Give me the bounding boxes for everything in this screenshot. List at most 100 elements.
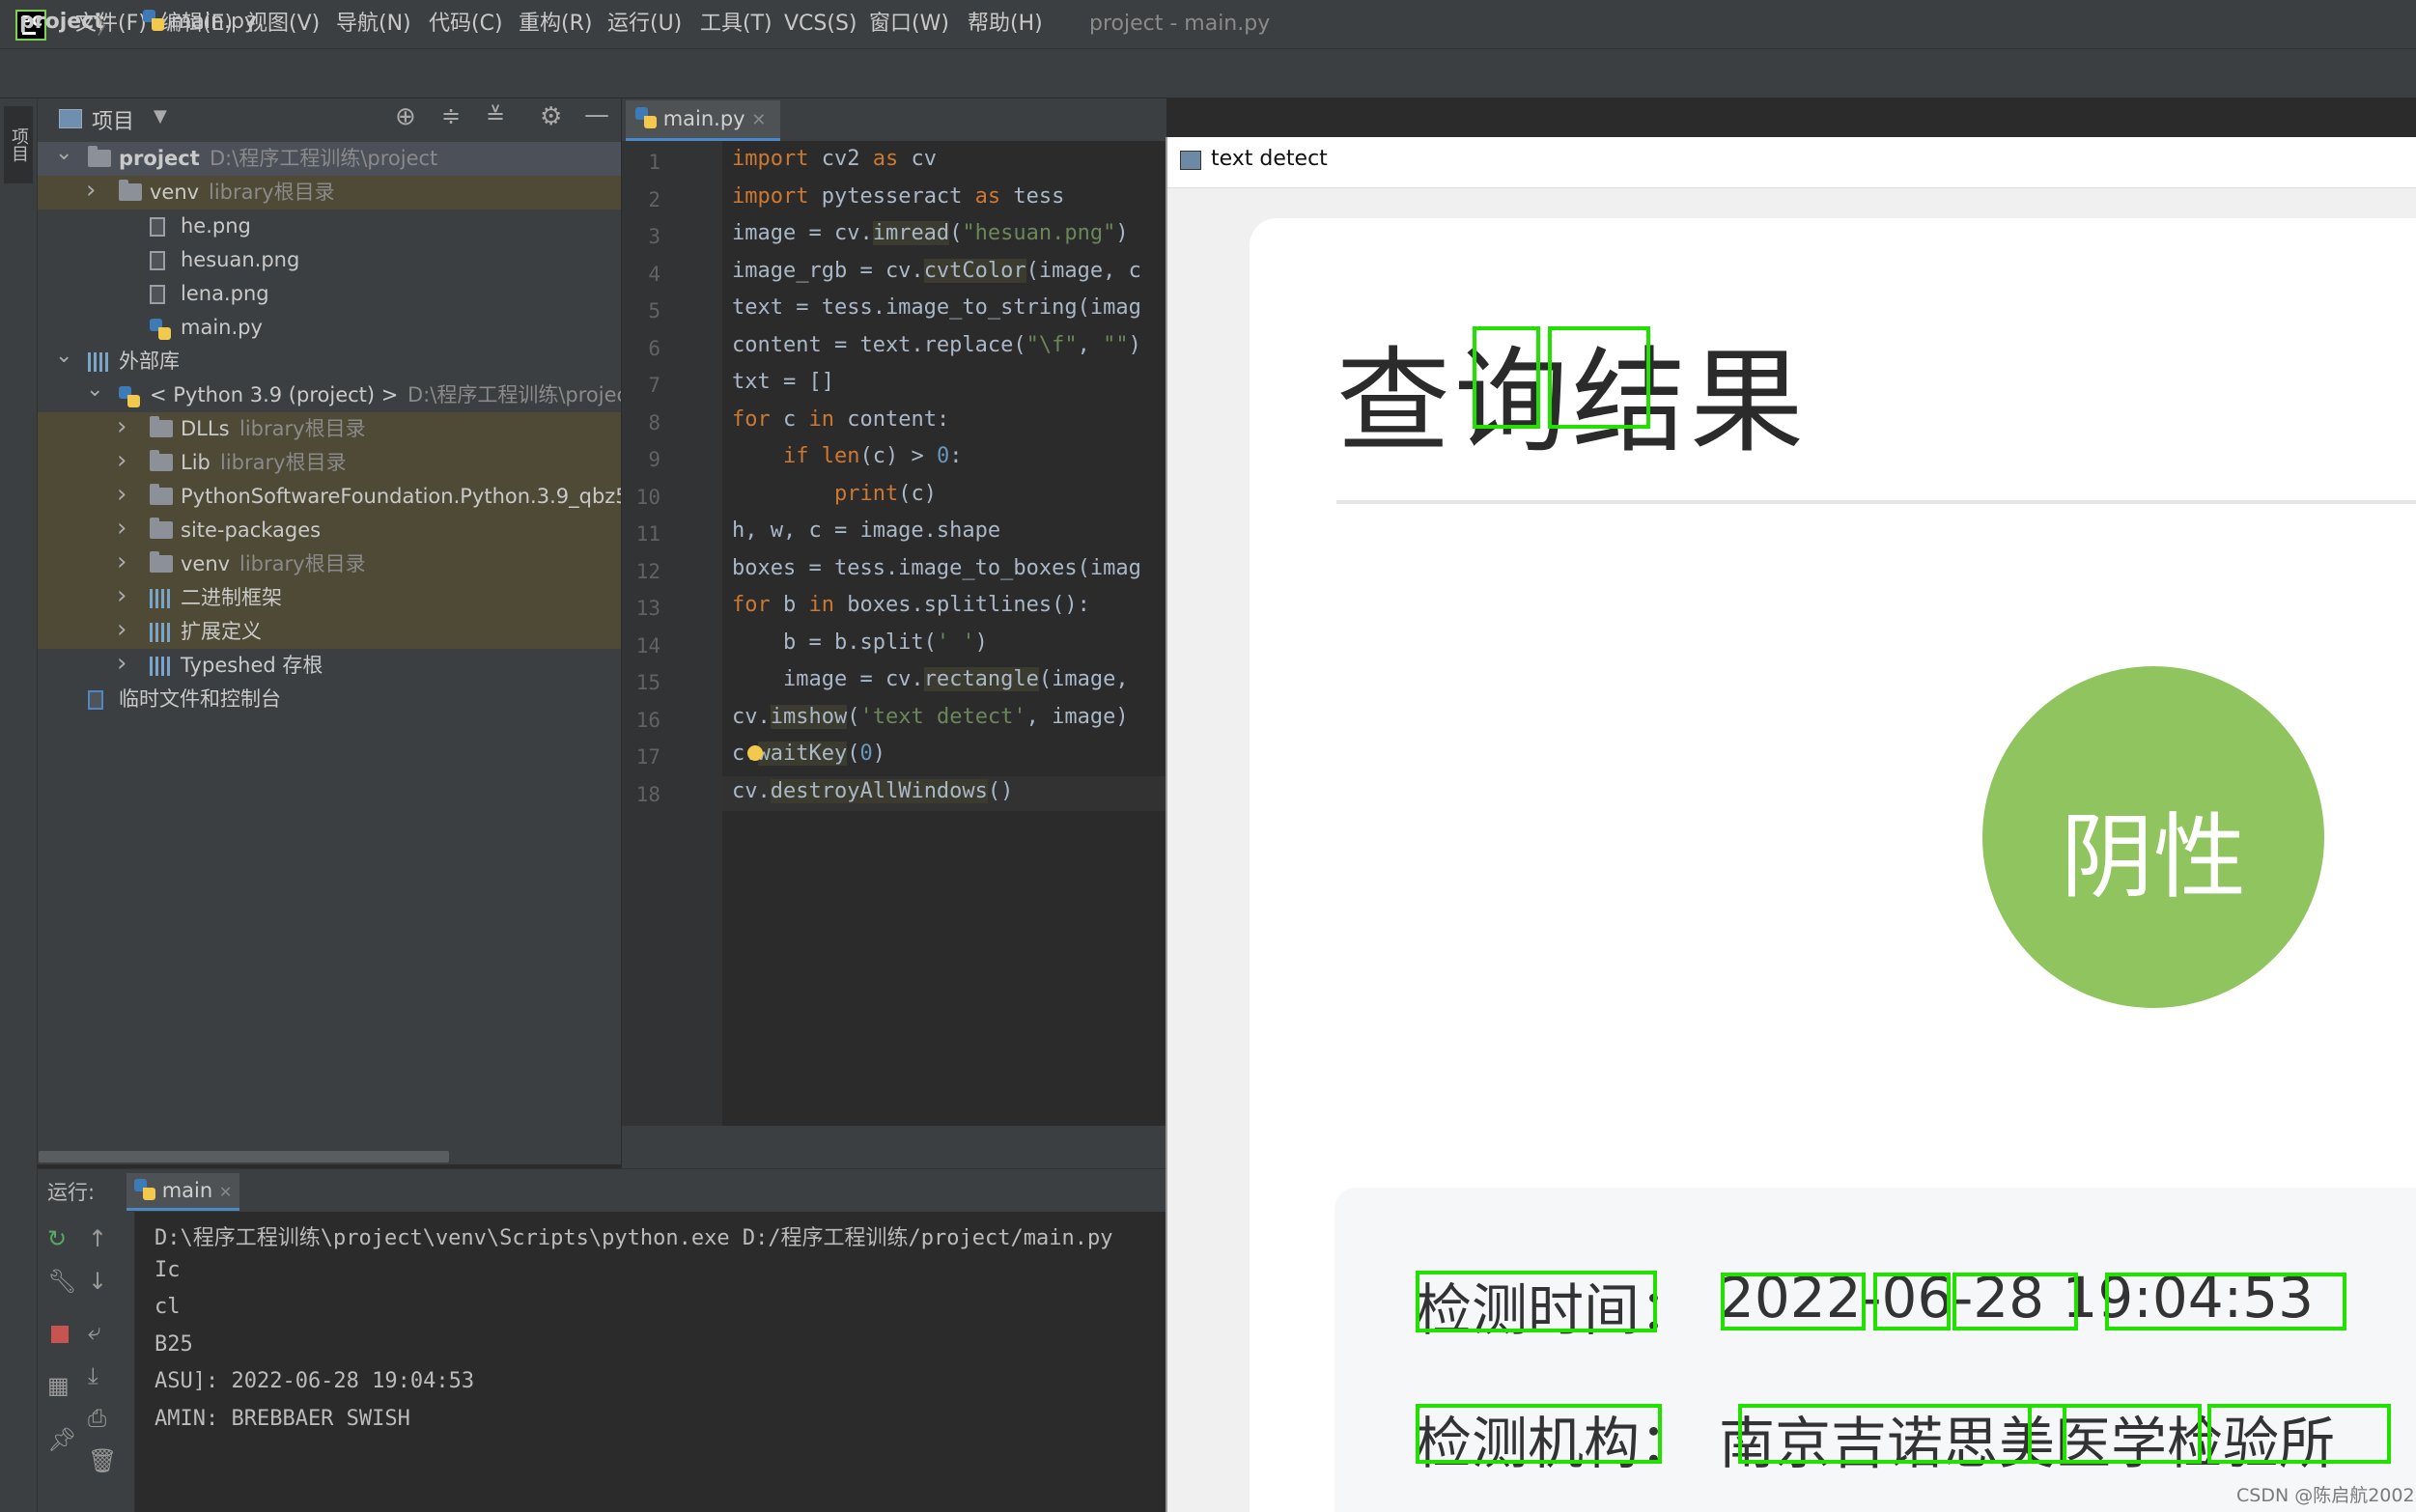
close-tab-icon[interactable]: ✕ — [219, 1183, 232, 1201]
print-icon[interactable]: ⎙ — [88, 1405, 106, 1432]
chevron-right-icon[interactable]: › — [117, 446, 126, 478]
tree-item[interactable]: › venv library根目录 — [38, 176, 621, 210]
code-line[interactable]: for b in boxes.splitlines(): — [732, 593, 1090, 617]
tree-item[interactable]: main.py — [38, 311, 621, 345]
scroll-to-end-icon[interactable]: ⤓ — [88, 1362, 98, 1389]
menu-item[interactable]: 重构(R) — [519, 10, 592, 39]
chevron-right-icon[interactable]: › — [117, 480, 126, 512]
tree-item[interactable]: › DLLs library根目录 — [38, 412, 621, 446]
code-line[interactable]: import cv2 as cv — [732, 147, 937, 171]
tree-item-label: 外部库 — [119, 350, 180, 373]
code-line[interactable]: if len(c) > 0: — [732, 444, 962, 468]
tree-item[interactable]: ⌄ < Python 3.9 (project) > D:\程序工程训练\proje… — [38, 378, 621, 412]
breadcrumb-project[interactable]: project — [19, 10, 104, 34]
project-panel-title[interactable]: 项目 — [92, 104, 134, 135]
code-token: (c) > — [859, 444, 937, 468]
chevron-right-icon[interactable]: › — [117, 581, 126, 613]
code-line[interactable]: image = cv.imread("hesuan.png") — [732, 221, 1129, 245]
tree-item[interactable]: › Typeshed 存根 — [38, 649, 621, 683]
tab-main-py[interactable]: main.py ✕ — [626, 100, 780, 141]
tree-item[interactable]: › site-packages — [38, 514, 621, 547]
menu-item[interactable]: 代码(C) — [429, 10, 503, 39]
expand-all-icon[interactable]: ≑ — [441, 102, 461, 129]
tree-item[interactable]: ⌄ 外部库 — [38, 345, 621, 378]
tree-item-label: site-packages — [181, 518, 322, 542]
tree-item[interactable]: 临时文件和控制台 — [38, 683, 621, 716]
project-tool-window-tab[interactable]: 项目 — [4, 106, 33, 183]
chevron-right-icon[interactable]: › — [117, 615, 126, 647]
chevron-down-icon[interactable]: ⌄ — [55, 142, 72, 170]
close-tab-icon[interactable]: ✕ — [751, 110, 766, 130]
tree-item-hint: library根目录 — [239, 552, 366, 575]
rerun-icon[interactable]: ↻ — [47, 1225, 67, 1252]
window-image-icon — [1180, 151, 1201, 170]
line-number: 16 — [635, 708, 660, 732]
code-line[interactable]: image_rgb = cv.cvtColor(image, c — [732, 258, 1141, 283]
tree-item[interactable]: lena.png — [38, 277, 621, 311]
code-line[interactable]: import pytesseract as tess — [732, 184, 1064, 209]
stop-icon[interactable] — [51, 1326, 69, 1343]
menu-item[interactable]: 视图(V) — [246, 10, 320, 39]
chevron-right-icon[interactable]: › — [117, 649, 126, 681]
chevron-right-icon[interactable]: › — [117, 547, 126, 579]
chevron-right-icon[interactable]: › — [86, 176, 96, 208]
breadcrumb-file[interactable]: main.py — [143, 10, 257, 34]
menu-item[interactable]: 运行(U) — [607, 10, 682, 39]
code-token: imshow — [770, 704, 848, 729]
menu-item[interactable]: 导航(N) — [336, 10, 411, 39]
collapse-all-icon[interactable]: ≚ — [486, 102, 505, 129]
tree-item[interactable]: ⌄ project D:\程序工程训练\project — [38, 142, 621, 176]
run-console[interactable] — [135, 1212, 1166, 1512]
code-line[interactable]: cv.destroyAllWindows() — [732, 778, 1013, 803]
line-number: 4 — [648, 262, 660, 286]
chevron-down-icon[interactable]: ⌄ — [86, 378, 103, 406]
code-line[interactable]: txt = [] — [732, 370, 834, 394]
locate-file-icon[interactable]: ⊕ — [395, 102, 416, 131]
wrench-icon[interactable]: 🔧︎ — [47, 1268, 76, 1295]
tree-item[interactable]: › 二进制框架 — [38, 581, 621, 615]
scroll-down-icon[interactable]: ↓ — [88, 1268, 107, 1295]
menu-item[interactable]: 窗口(W) — [869, 10, 949, 39]
trash-icon[interactable]: 🗑︎ — [88, 1447, 117, 1474]
gear-icon[interactable]: ⚙ — [540, 102, 562, 131]
code-line[interactable]: image = cv.rectangle(image, — [732, 667, 1129, 691]
horizontal-scrollbar[interactable] — [39, 1151, 449, 1162]
code-line[interactable]: cv.imshow('text detect', image) — [732, 704, 1129, 729]
scroll-up-icon[interactable]: ↑ — [88, 1225, 107, 1252]
tree-item-label: hesuan.png — [181, 248, 300, 271]
tree-item[interactable]: hesuan.png — [38, 243, 621, 277]
menu-item[interactable]: 帮助(H) — [968, 10, 1043, 39]
python-file-icon — [134, 1179, 155, 1200]
chevron-down-icon[interactable]: ⌄ — [55, 345, 72, 373]
pin-icon[interactable]: 📌︎ — [47, 1426, 76, 1453]
project-view-icon — [59, 109, 82, 128]
tree-item[interactable]: › 扩展定义 — [38, 615, 621, 649]
folder-icon — [150, 484, 173, 505]
code-line[interactable]: text = tess.image_to_string(imag — [732, 295, 1141, 320]
tree-item[interactable]: › venv library根目录 — [38, 547, 621, 581]
image-file-icon — [150, 217, 165, 237]
code-line[interactable]: boxes = tess.image_to_boxes(imag — [732, 556, 1141, 580]
tree-item[interactable]: › Lib library根目录 — [38, 446, 621, 480]
view-dropdown-icon[interactable]: ▼ — [154, 106, 167, 126]
tree-item[interactable]: he.png — [38, 210, 621, 243]
run-tab-main[interactable]: main ✕ — [126, 1173, 240, 1211]
chevron-right-icon[interactable]: › — [117, 412, 126, 444]
line-number: 11 — [635, 522, 660, 546]
tree-item[interactable]: › PythonSoftwareFoundation.Python.3.9_qbz… — [38, 480, 621, 514]
code-line[interactable]: content = text.replace("\f", "") — [732, 333, 1141, 357]
layout-icon[interactable]: ▦ — [47, 1372, 70, 1399]
tree-item-label: DLLs — [181, 417, 230, 440]
text-detect-title-bar[interactable] — [1167, 137, 2416, 188]
code-line[interactable]: for c in content: — [732, 407, 949, 432]
soft-wrap-icon[interactable]: ⤶ — [88, 1318, 100, 1345]
chevron-right-icon[interactable]: › — [117, 514, 126, 546]
code-token: (image, — [1038, 667, 1129, 691]
code-line[interactable]: b = b.split(' ') — [732, 630, 988, 655]
menu-item[interactable]: VCS(S) — [784, 10, 857, 39]
lightbulb-icon[interactable] — [747, 745, 763, 761]
menu-item[interactable]: 工具(T) — [700, 10, 773, 39]
code-line[interactable]: print(c) — [732, 482, 937, 506]
hide-panel-icon[interactable]: — — [584, 100, 609, 129]
code-line[interactable]: h, w, c = image.shape — [732, 518, 1000, 543]
